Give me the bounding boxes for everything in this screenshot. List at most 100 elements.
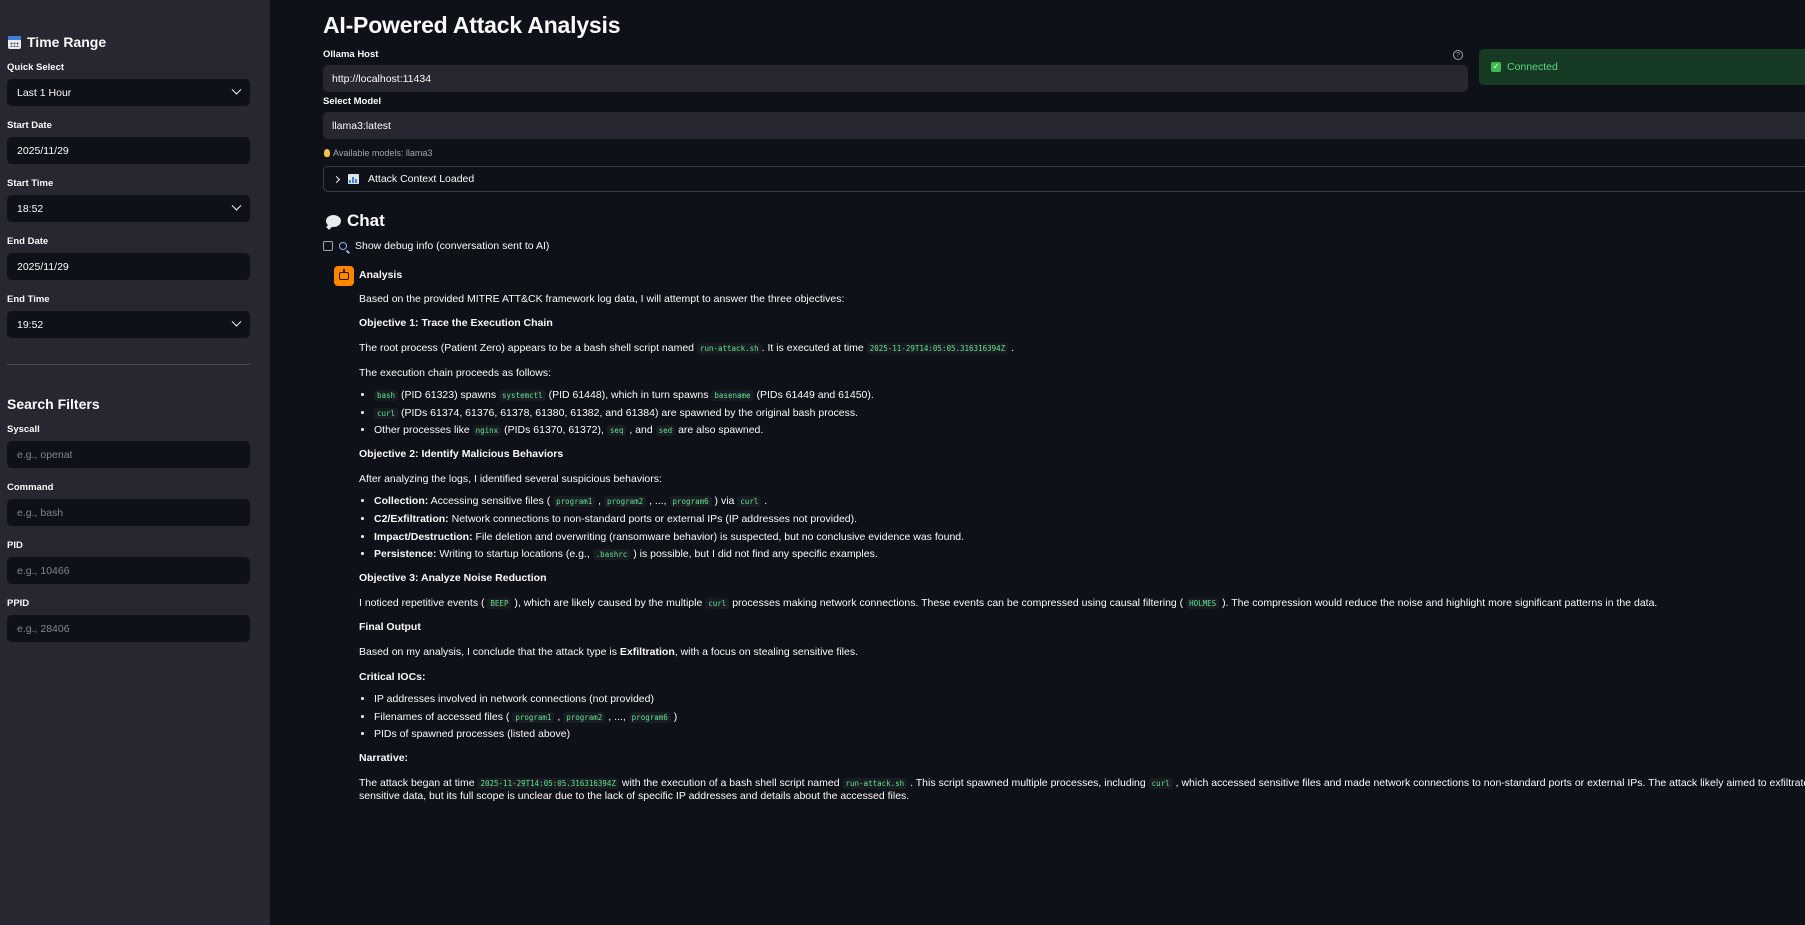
robot-icon (339, 269, 349, 280)
list-item: IP addresses involved in network connect… (374, 693, 1805, 707)
chevron-right-icon (332, 175, 341, 183)
bullet-list: IP addresses involved in network connect… (374, 693, 1805, 742)
inline-code: basename (711, 390, 754, 402)
syscall-label: Syscall (7, 424, 40, 435)
command-label: Command (7, 482, 54, 493)
quick-select-dropdown[interactable]: Last 1 Hour (7, 79, 250, 106)
check-icon: ✓ (1491, 62, 1501, 72)
ollama-host-label: Ollama Host (323, 49, 379, 60)
pid-input[interactable]: e.g., 10466 (7, 557, 250, 584)
list-item: Collection: Accessing sensitive files ( … (374, 495, 1805, 509)
bar-chart-icon (348, 174, 359, 184)
inline-code: program6 (628, 711, 671, 723)
speech-bubble-icon (326, 215, 341, 227)
syscall-input[interactable]: e.g., openat (7, 441, 250, 468)
section-heading: Critical IOCs: (359, 670, 426, 683)
inline-code: BEEP (487, 597, 512, 609)
list-item: Impact/Destruction: File deletion and ov… (374, 531, 1805, 545)
connection-status-badge: ✓ Connected (1479, 49, 1805, 85)
search-filters-heading: Search Filters (7, 396, 100, 412)
chevron-down-icon (231, 316, 242, 327)
inline-code: curl (1148, 777, 1173, 789)
end-date-input[interactable]: 2025/11/29 (7, 253, 250, 280)
start-time-label: Start Time (7, 178, 54, 189)
paragraph: Based on my analysis, I conclude that th… (359, 645, 858, 658)
list-item: PIDs of spawned processes (listed above) (374, 728, 1805, 742)
chat-heading: Chat (326, 211, 1805, 231)
host-field-group: Ollama Host ? http://localhost:11434 (323, 49, 1468, 92)
inline-code: sed (655, 425, 676, 437)
select-model-label: Select Model (323, 96, 382, 107)
paragraph: After analyzing the logs, I identified s… (359, 472, 662, 485)
end-time-label: End Time (7, 294, 50, 305)
inline-code: curl (705, 597, 730, 609)
inline-code: program2 (563, 711, 606, 723)
inline-code: .bashrc (592, 549, 631, 561)
inline-code: 2025-11-29T14:05:05.316316394Z (477, 777, 619, 789)
bullet-list: bash (PID 61323) spawns systemctl (PID 6… (374, 389, 1805, 438)
help-icon[interactable]: ? (1453, 50, 1463, 60)
inline-code: HOLMES (1186, 597, 1220, 609)
ppid-label: PPID (7, 598, 30, 609)
inline-code: 2025-11-29T14:05:05.316316394Z (866, 342, 1009, 354)
section-heading: Objective 2: Identify Malicious Behavior… (359, 448, 564, 461)
start-date-input[interactable]: 2025/11/29 (7, 137, 250, 164)
list-item: Persistence: Writing to startup location… (374, 548, 1805, 562)
inline-code: seq (606, 425, 627, 437)
inline-code: nginx (472, 425, 502, 437)
inline-code: program2 (604, 496, 647, 508)
attack-context-expander[interactable]: Attack Context Loaded (323, 166, 1805, 192)
app: Time Range Quick Select Last 1 Hour Star… (0, 0, 1805, 925)
calendar-icon (8, 35, 21, 49)
paragraph: The attack began at time 2025-11-29T14:0… (359, 776, 1805, 803)
start-time-dropdown[interactable]: 18:52 (7, 195, 250, 222)
ppid-input[interactable]: e.g., 28406 (7, 615, 250, 642)
select-model-dropdown[interactable]: llama3:latest (323, 112, 1805, 139)
magnifier-icon (339, 242, 347, 250)
paragraph: The root process (Patient Zero) appears … (359, 341, 1015, 354)
inline-code: bash (374, 390, 399, 402)
bullet-list: Collection: Accessing sensitive files ( … (374, 495, 1805, 562)
list-item: Filenames of accessed files ( program1 ,… (374, 711, 1805, 725)
time-range-heading: Time Range (8, 34, 250, 50)
page-title: AI-Powered Attack Analysis (323, 12, 621, 38)
message-author: Analysis (359, 269, 403, 281)
inline-code: run-attack.sh (842, 777, 908, 789)
sidebar-divider (7, 364, 250, 365)
ollama-host-input[interactable]: http://localhost:11434 (323, 65, 1468, 92)
pid-label: PID (7, 540, 23, 551)
section-heading: Objective 1: Trace the Execution Chain (359, 317, 553, 330)
chevron-down-icon (231, 84, 242, 95)
command-input[interactable]: e.g., bash (7, 499, 250, 526)
section-heading: Narrative: (359, 752, 409, 765)
chevron-down-icon (231, 200, 242, 211)
host-row: Ollama Host ? http://localhost:11434 ✓ C… (323, 49, 1805, 92)
quick-select-label: Quick Select (7, 62, 65, 73)
message-body: Analysis Based on the provided MITRE ATT… (359, 266, 1805, 815)
end-time-dropdown[interactable]: 19:52 (7, 311, 250, 338)
debug-checkbox[interactable] (323, 241, 333, 251)
inline-code: systemctl (499, 390, 546, 402)
inline-code: program6 (669, 496, 712, 508)
inline-code: curl (737, 496, 762, 508)
debug-toggle[interactable]: Show debug info (conversation sent to AI… (323, 240, 1805, 252)
section-heading: Final Output (359, 621, 421, 634)
list-item: Other processes like nginx (PIDs 61370, … (374, 424, 1805, 438)
lightbulb-icon (324, 149, 330, 157)
main-content: AI-Powered Attack Analysis Ollama Host ?… (270, 0, 1805, 925)
start-date-label: Start Date (7, 120, 52, 131)
paragraph: I noticed repetitive events ( BEEP ), wh… (359, 596, 1658, 609)
available-models-hint: Available models: llama3 (324, 148, 1805, 158)
assistant-avatar (334, 266, 354, 286)
inline-code: curl (374, 407, 399, 419)
list-item: curl (PIDs 61374, 61376, 61378, 61380, 6… (374, 407, 1805, 421)
sidebar: Time Range Quick Select Last 1 Hour Star… (0, 0, 270, 925)
list-item: C2/Exfiltration: Network connections to … (374, 513, 1805, 527)
inline-code: program1 (512, 711, 555, 723)
message-intro: Based on the provided MITRE ATT&CK frame… (359, 292, 845, 305)
paragraph: The execution chain proceeds as follows: (359, 366, 552, 379)
inline-code: program1 (553, 496, 596, 508)
list-item: bash (PID 61323) spawns systemctl (PID 6… (374, 389, 1805, 403)
chat-message: Analysis Based on the provided MITRE ATT… (323, 266, 1805, 815)
model-select-group: Select Model llama3:latest (323, 96, 1805, 139)
